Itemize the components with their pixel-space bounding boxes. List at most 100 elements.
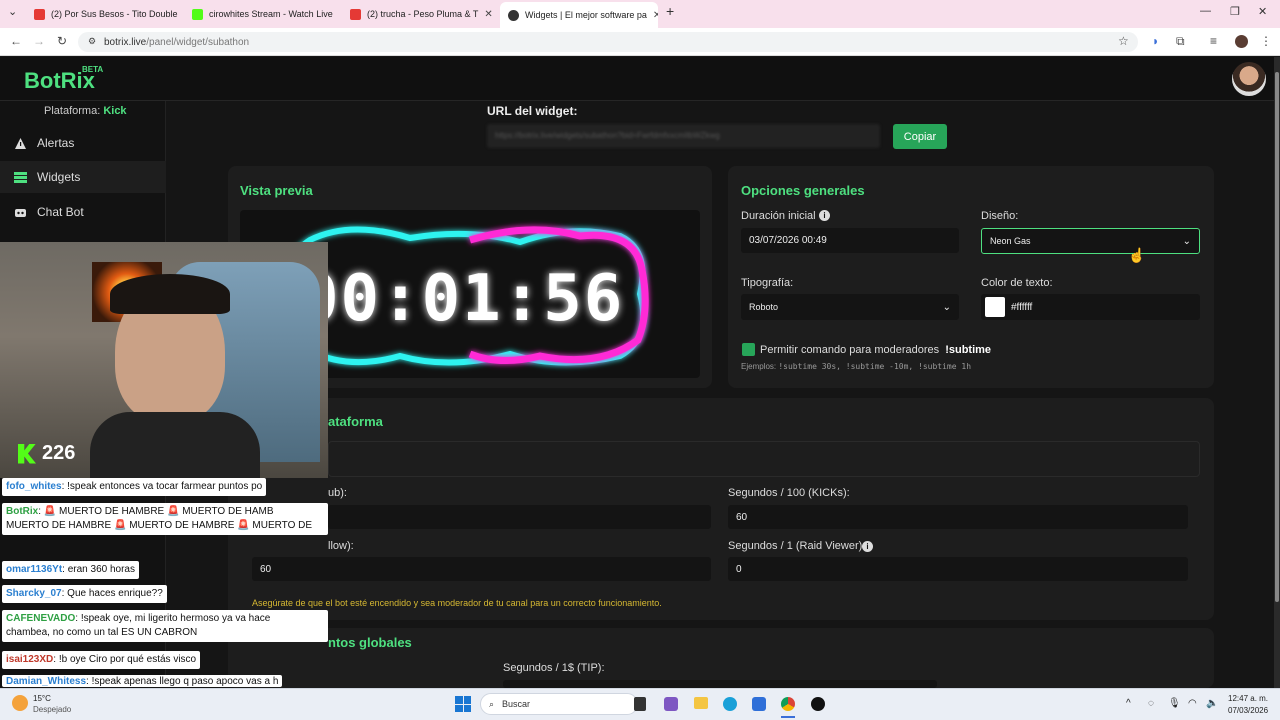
design-select[interactable]: Neon Gas ⌄ — [981, 228, 1200, 254]
chevron-down-icon: ⌄ — [1182, 235, 1191, 247]
profile-avatar[interactable] — [1235, 35, 1248, 48]
chrome-icon[interactable] — [781, 697, 795, 711]
close-window-icon[interactable]: ✕ — [1258, 5, 1267, 18]
media-icon[interactable]: ≡ — [1210, 34, 1217, 48]
clock-time[interactable]: 12:47 a. m. — [1228, 694, 1268, 703]
back-icon[interactable]: ← — [10, 34, 22, 48]
info-icon[interactable]: i — [862, 541, 873, 552]
weather-icon[interactable] — [12, 695, 28, 711]
app-header — [0, 57, 1274, 101]
microphone-icon[interactable]: 🎙 — [1168, 698, 1181, 709]
design-select-value: Neon Gas — [990, 236, 1031, 246]
font-label: Tipografía: — [741, 277, 794, 289]
kick-icon — [192, 8, 203, 20]
browser-tab-1[interactable]: (2) Por Sus Besos - Tito Double ✕ — [26, 4, 180, 24]
new-tab-icon[interactable]: + — [666, 3, 674, 19]
color-hex-value: #ffffff — [1011, 301, 1033, 313]
address-bar[interactable]: botrix.live/panel/widget/subathon — [78, 32, 1138, 52]
extension-icon[interactable]: ◗ — [1152, 34, 1159, 48]
platform-indicator[interactable]: Plataforma: Kick — [44, 105, 127, 117]
clock-date[interactable]: 07/03/2026 — [1228, 706, 1268, 715]
examples-note: Ejemplos: !subtime 30s, !subtime -10m, !… — [741, 362, 971, 371]
chat-message: Damian_Whitess: !speak apenas llego q pa… — [2, 675, 283, 687]
user-avatar[interactable] — [1232, 62, 1266, 96]
edge-icon[interactable] — [723, 697, 737, 711]
chat-text: : 🚨 MUERTO DE HAMBRE 🚨 MUERTO DE HAMB — [38, 506, 274, 517]
weather-temp[interactable]: 15°C — [33, 694, 51, 703]
info-icon[interactable]: i — [819, 210, 830, 221]
platform-events-title: ataforma — [328, 414, 383, 429]
text-color-input[interactable]: #ffffff — [981, 294, 1200, 320]
site-info-icon[interactable]: ⚙ — [88, 36, 96, 47]
close-tab-icon[interactable]: ✕ — [484, 9, 492, 20]
wifi-icon[interactable]: ◠ — [1188, 698, 1197, 709]
text-color-label: Color de texto: — [981, 277, 1053, 289]
forward-icon[interactable]: → — [33, 34, 45, 48]
volume-icon[interactable]: 🔈 — [1206, 698, 1218, 709]
moderator-command-checkbox[interactable] — [742, 343, 755, 356]
store-icon[interactable] — [752, 697, 766, 711]
chat-user: omar1136Yt — [6, 564, 63, 575]
sidebar-item-label: Widgets — [37, 170, 81, 184]
scrollbar-thumb[interactable] — [1275, 72, 1279, 602]
network-icon[interactable]: ◌ — [1148, 698, 1154, 709]
general-options-title: Opciones generales — [741, 183, 865, 198]
chat-user: CAFENEVADO — [6, 613, 76, 624]
viewer-counter: 226 — [18, 442, 75, 465]
warning-icon — [14, 137, 27, 150]
duration-input[interactable]: 03/07/2026 00:49 — [741, 228, 959, 253]
botrix-favicon-icon — [508, 9, 519, 21]
close-tab-icon[interactable]: ✕ — [653, 10, 658, 21]
raid-seconds-input[interactable]: 0 — [728, 557, 1188, 581]
platform-tabs[interactable] — [328, 441, 1200, 477]
sidebar-item-chatbot[interactable]: Chat Bot — [0, 196, 166, 228]
moderator-command-label[interactable]: Permitir comando para moderadores !subti… — [760, 344, 991, 356]
tip-seconds-label: Segundos / 1$ (TIP): — [503, 662, 605, 674]
tip-seconds-input[interactable] — [503, 680, 937, 688]
sidebar-item-alertas[interactable]: Alertas — [0, 127, 166, 159]
examples-label: Ejemplos: — [741, 362, 777, 371]
taskbar-search[interactable]: ⌕ Buscar — [480, 693, 638, 715]
browser-tab-3[interactable]: (2) trucha - Peso Pluma & T ✕ — [342, 4, 496, 24]
browser-tab-2[interactable]: cirowhites Stream - Watch Live ✕ — [184, 4, 338, 24]
tab-title: (2) Por Sus Besos - Tito Double — [51, 9, 178, 19]
tab-search-icon[interactable]: ⌄ — [8, 5, 17, 18]
file-explorer-icon[interactable] — [694, 697, 708, 709]
robot-icon — [14, 206, 27, 219]
platform-label: Plataforma: — [44, 105, 101, 117]
streamer-hair — [110, 274, 230, 314]
extensions-puzzle-icon[interactable]: ⧉ — [1176, 34, 1185, 49]
widget-url-input[interactable]: https://botrix.live/widgets/subathon?bid… — [487, 124, 880, 148]
chat-text: : !speak entonces va tocar farmear punto… — [61, 481, 263, 492]
youtube-icon — [34, 8, 45, 20]
sidebar-item-label: Chat Bot — [37, 205, 84, 219]
restore-icon[interactable]: ❐ — [1230, 5, 1240, 18]
font-select[interactable]: Roboto ⌄ — [741, 294, 959, 320]
sub-seconds-input[interactable] — [328, 505, 711, 529]
copy-url-button[interactable]: Copiar — [893, 124, 947, 149]
color-swatch[interactable] — [985, 297, 1005, 317]
chat-message: fofo_whites: !speak entonces va tocar fa… — [2, 478, 267, 496]
obs-icon[interactable] — [811, 697, 825, 711]
browser-tab-4[interactable]: Widgets | El mejor software pa ✕ — [500, 2, 658, 28]
sidebar-item-widgets[interactable]: Widgets — [0, 161, 166, 193]
chat-user: Sharcky_07 — [6, 588, 62, 599]
widget-url-label: URL del widget: — [487, 104, 578, 118]
minimize-icon[interactable]: — — [1200, 5, 1211, 17]
widgets-app-icon[interactable] — [664, 697, 678, 711]
tab-title: cirowhites Stream - Watch Live — [209, 9, 333, 19]
mouse-cursor-icon: ☝ — [1128, 247, 1146, 263]
moderator-label-text: Permitir comando para moderadores — [760, 344, 940, 356]
kicks-seconds-input[interactable]: 60 — [728, 505, 1188, 529]
reload-icon[interactable]: ↻ — [57, 34, 67, 48]
bookmark-star-icon[interactable]: ☆ — [1118, 34, 1129, 48]
chat-message: CAFENEVADO: !speak oye, mi ligerito herm… — [2, 610, 328, 642]
task-view-icon[interactable] — [634, 697, 646, 711]
windows-start-icon[interactable] — [455, 696, 471, 712]
sub-seconds-label: ub): — [328, 487, 347, 499]
search-icon: ⌕ — [489, 698, 495, 709]
chat-text: : eran 360 horas — [62, 564, 135, 575]
menu-dots-icon[interactable]: ⋮ — [1260, 34, 1272, 48]
tray-chevron-icon[interactable]: ^ — [1126, 698, 1131, 709]
moderator-command: !subtime — [945, 344, 992, 356]
